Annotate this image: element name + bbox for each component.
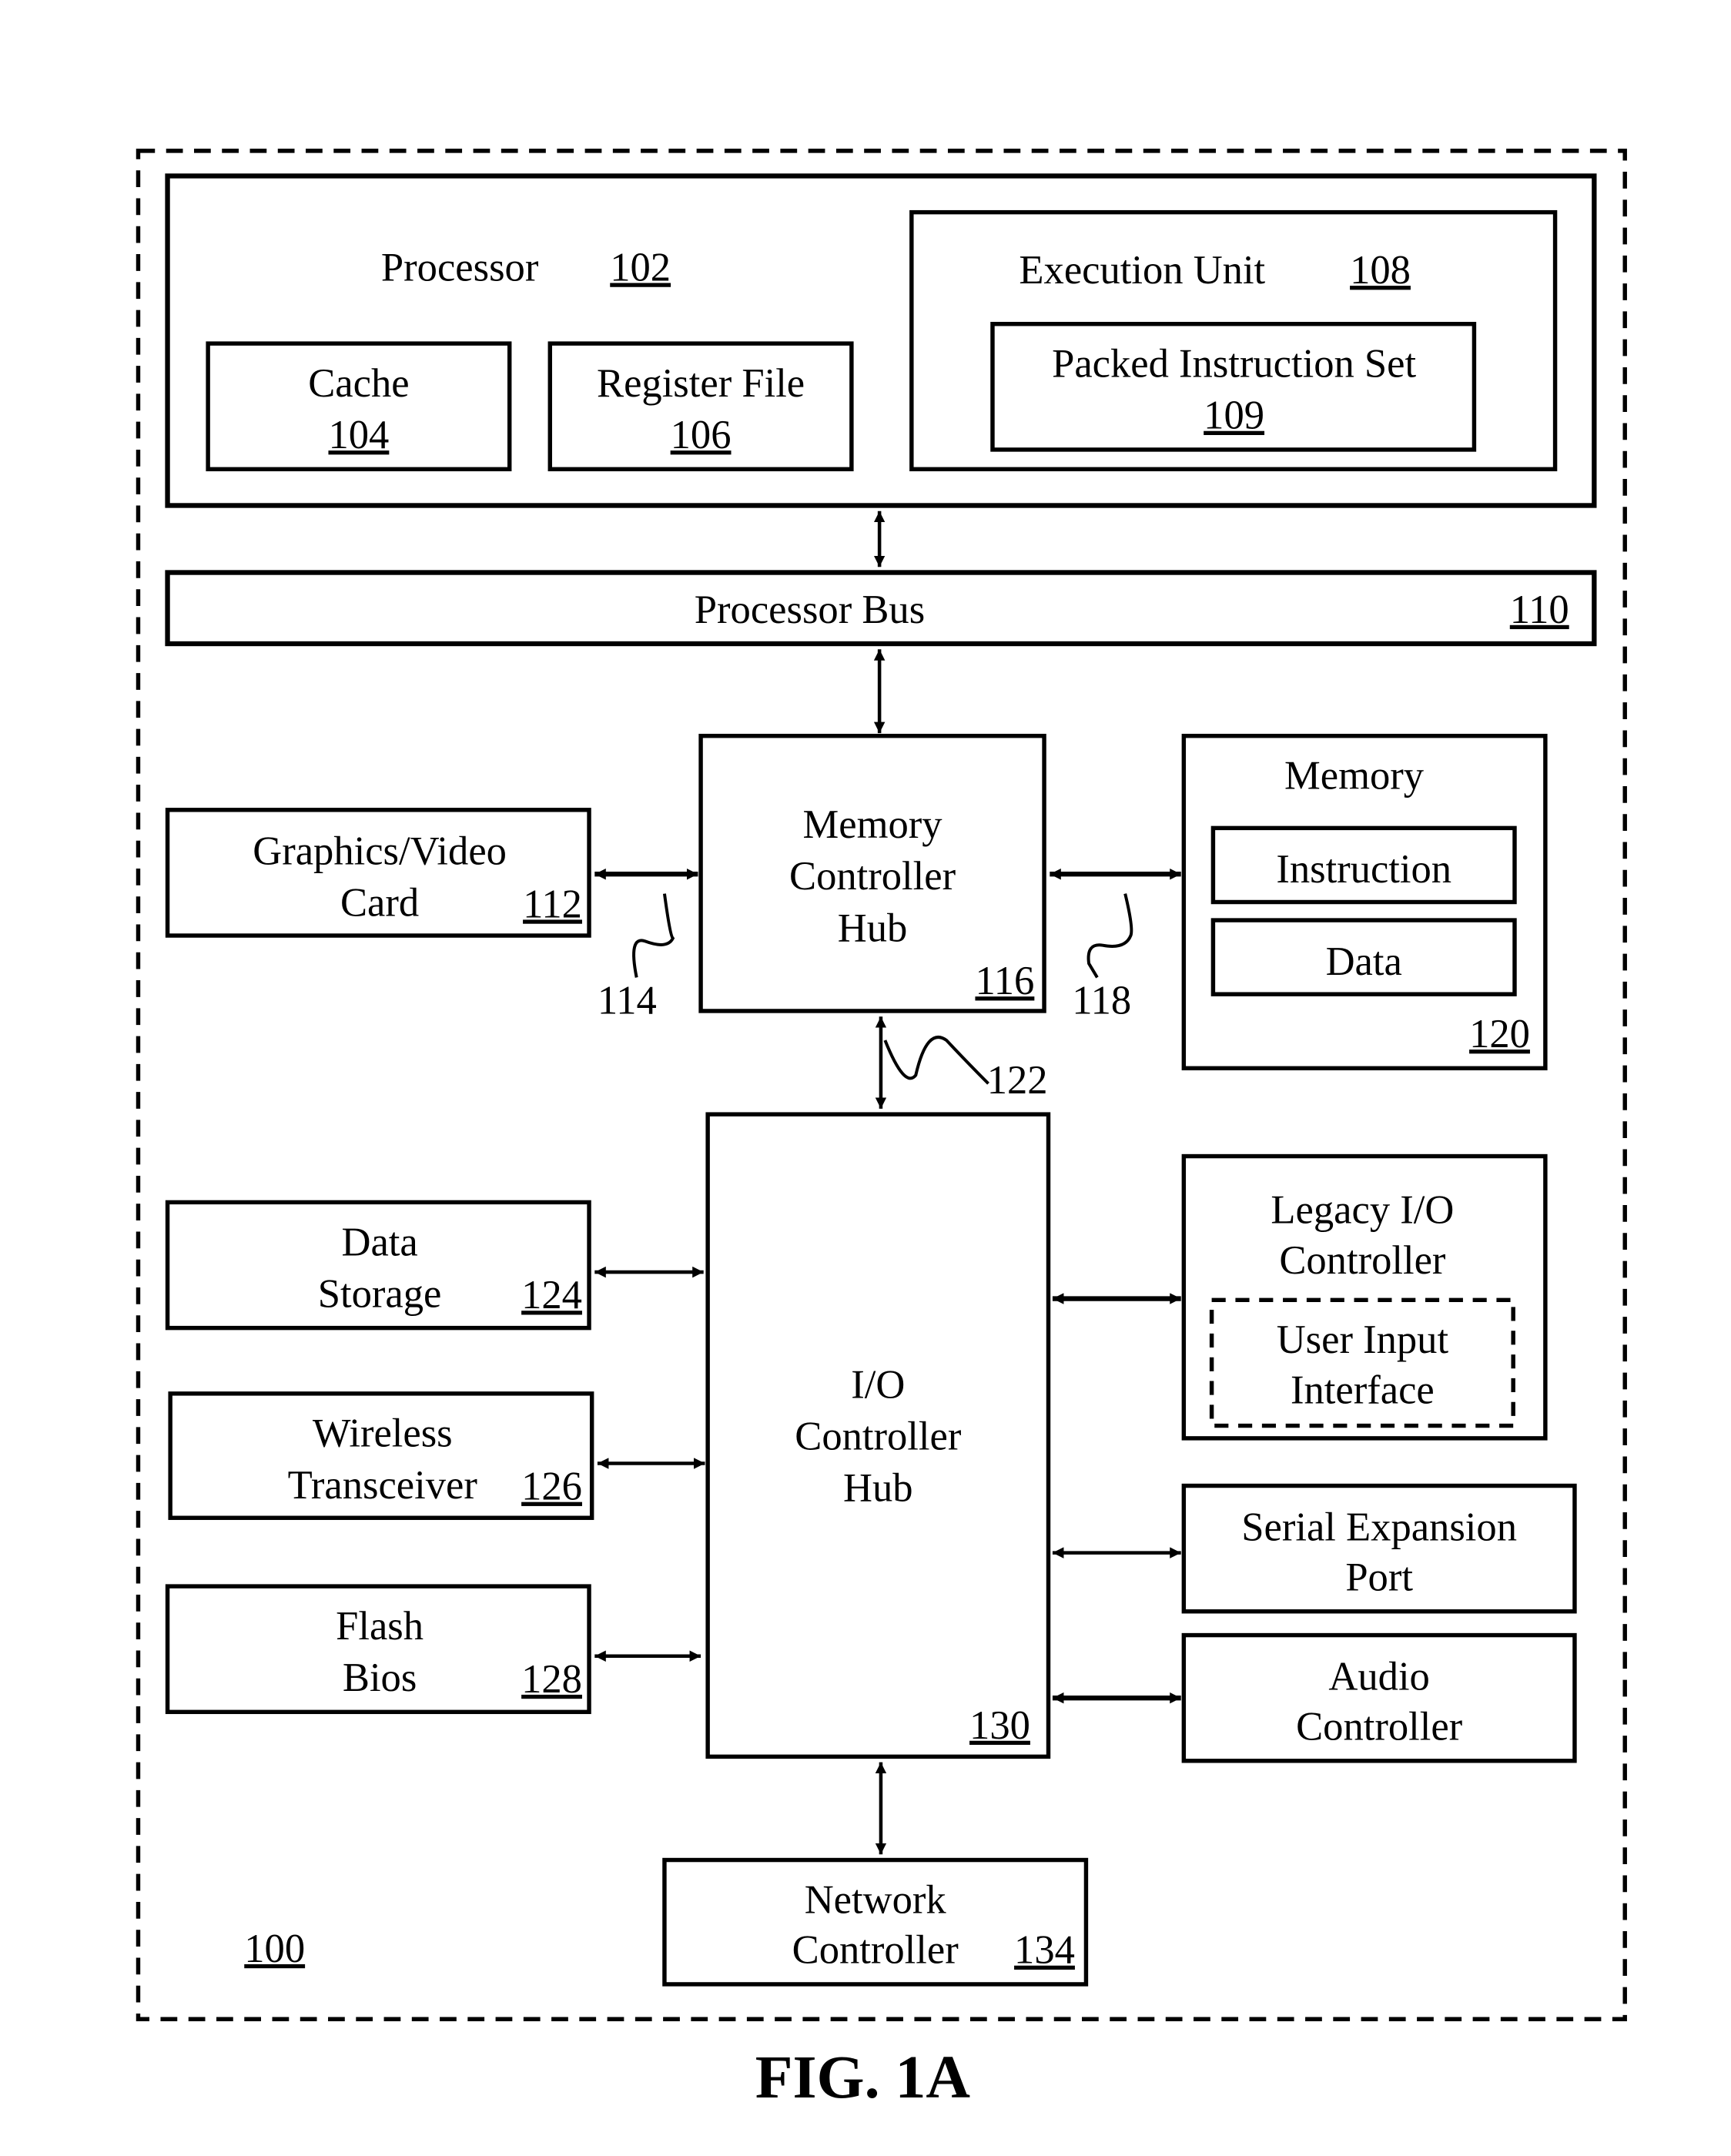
network-controller-block[interactable]: Network Controller 134: [662, 1857, 1089, 1987]
register-file-block[interactable]: Register File 106: [547, 341, 854, 472]
cache-label: Cache: [308, 361, 409, 406]
processor-block[interactable]: Processor 102 Cache 104 Register File 10…: [165, 173, 1597, 508]
graphics-card-ref: 112: [523, 882, 582, 926]
packed-instruction-set-ref: 109: [1204, 393, 1264, 438]
audio-controller-block[interactable]: Audio Controller: [1181, 1632, 1577, 1763]
mch-line2: Controller: [789, 854, 956, 899]
register-file-ref: 106: [671, 413, 732, 457]
mch-ref: 116: [975, 959, 1034, 1003]
wireless-ref: 126: [521, 1465, 582, 1509]
processor-bus-ref: 110: [1510, 588, 1569, 632]
graphics-video-card-block[interactable]: Graphics/Video Card 112: [165, 808, 591, 938]
execution-unit-label: Execution Unit: [1019, 248, 1265, 293]
flash-bios-line1: Flash: [336, 1604, 424, 1649]
memory-ref: 120: [1469, 1012, 1530, 1056]
wireless-line1: Wireless: [313, 1411, 453, 1456]
data-storage-ref: 124: [521, 1273, 582, 1317]
cache-ref: 104: [328, 413, 389, 457]
ich-line2: Controller: [795, 1414, 962, 1458]
mch-line3: Hub: [838, 906, 908, 950]
ich-line1: I/O: [851, 1362, 905, 1407]
network-ref: 134: [1014, 1928, 1075, 1973]
memory-controller-hub-block[interactable]: Memory Controller Hub 116: [698, 733, 1046, 1013]
figure-caption: FIG. 1A: [755, 2044, 971, 2111]
audio-line1: Audio: [1328, 1654, 1429, 1699]
processor-ref: 102: [610, 246, 671, 290]
processor-label: Processor: [381, 246, 539, 290]
link-114-label: 114: [598, 979, 657, 1023]
flash-bios-ref: 128: [521, 1657, 582, 1702]
processor-bus-label: Processor Bus: [695, 588, 925, 632]
legacy-io-controller-block[interactable]: Legacy I/O Controller User Input Interfa…: [1181, 1153, 1548, 1441]
legacy-io-line2: Controller: [1279, 1238, 1446, 1283]
execution-unit-ref: 108: [1350, 248, 1411, 293]
user-input-line2: Interface: [1291, 1368, 1435, 1413]
ich-line3: Hub: [843, 1465, 913, 1510]
flash-bios-block[interactable]: Flash Bios 128: [165, 1584, 591, 1715]
graphics-card-line2: Card: [340, 881, 419, 926]
mch-line1: Memory: [803, 802, 943, 847]
graphics-card-line1: Graphics/Video: [253, 829, 507, 874]
memory-instruction-block[interactable]: Instruction: [1210, 825, 1517, 905]
ich-ref: 130: [969, 1703, 1030, 1748]
network-line2: Controller: [792, 1928, 959, 1973]
block-diagram: 100 Processor 102 Cache 104 Register Fil…: [136, 149, 1627, 2111]
link-114-leader: [632, 893, 675, 978]
execution-unit-block[interactable]: Execution Unit 108 Packed Instruction Se…: [909, 209, 1558, 472]
legacy-io-line1: Legacy I/O: [1271, 1188, 1454, 1233]
cache-block[interactable]: Cache 104: [206, 341, 512, 472]
link-122-leader: [883, 1036, 989, 1085]
link-122-label: 122: [987, 1058, 1048, 1103]
data-storage-line1: Data: [341, 1220, 417, 1264]
serial-expansion-line1: Serial Expansion: [1241, 1505, 1517, 1549]
user-input-line1: User Input: [1277, 1317, 1449, 1362]
packed-instruction-set-block[interactable]: Packed Instruction Set 109: [990, 322, 1477, 452]
serial-expansion-line2: Port: [1345, 1555, 1413, 1600]
memory-data-label: Data: [1326, 939, 1402, 984]
link-118-label: 118: [1072, 979, 1131, 1023]
memory-data-block[interactable]: Data: [1210, 918, 1517, 996]
wireless-transceiver-block[interactable]: Wireless Transceiver 126: [168, 1391, 594, 1520]
processor-bus-block[interactable]: Processor Bus 110: [165, 570, 1597, 647]
io-controller-hub-block[interactable]: I/O Controller Hub 130: [705, 1112, 1051, 1759]
memory-label: Memory: [1284, 754, 1425, 798]
memory-instruction-label: Instruction: [1276, 847, 1451, 892]
network-line1: Network: [805, 1877, 947, 1922]
audio-line2: Controller: [1296, 1705, 1463, 1749]
flash-bios-line2: Bios: [343, 1656, 417, 1700]
data-storage-line2: Storage: [318, 1271, 442, 1316]
data-storage-block[interactable]: Data Storage 124: [165, 1200, 591, 1331]
memory-block[interactable]: Memory Instruction Data 120: [1181, 733, 1548, 1071]
link-118-leader: [1086, 893, 1133, 979]
packed-instruction-set-label: Packed Instruction Set: [1052, 342, 1416, 387]
wireless-line2: Transceiver: [288, 1463, 478, 1508]
serial-expansion-port-block[interactable]: Serial Expansion Port: [1181, 1483, 1577, 1614]
register-file-label: Register File: [597, 361, 805, 406]
system-ref: 100: [244, 1927, 305, 1971]
